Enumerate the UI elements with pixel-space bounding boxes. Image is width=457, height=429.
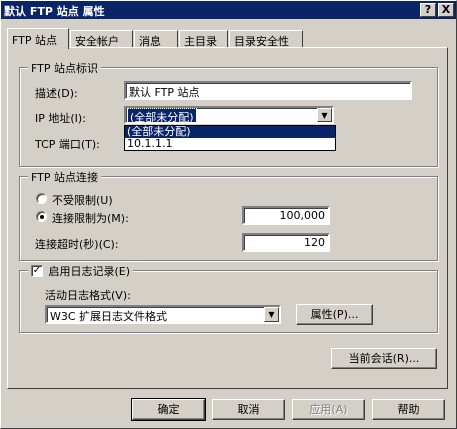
tab-security-accounts[interactable]: 安全帐户 [70,30,133,48]
properties-dialog: 默认 FTP 站点 属性 ? X FTP 站点 安全帐户 消息 主目录 目录安全… [0,0,457,429]
tab-strip: FTP 站点 安全帐户 消息 主目录 目录安全性 [7,28,447,49]
help-title-button[interactable]: ? [420,3,436,17]
logging-legend: ✓ 启用日志记录(E) [28,263,134,279]
close-title-button[interactable]: X [438,3,454,17]
identification-legend: FTP 站点标识 [28,60,101,76]
description-input[interactable]: 默认 FTP 站点 [124,81,412,100]
ip-address-label: IP 地址(I): [35,112,86,125]
limited-label: 连接限制为(M): [52,212,129,225]
tab-directory-security[interactable]: 目录安全性 [229,30,303,48]
unlimited-label: 不受限制(U) [52,194,113,207]
limited-radio[interactable] [36,211,47,222]
ip-address-value: (全部未分配) [127,108,197,124]
connection-legend: FTP 站点连接 [28,169,101,185]
log-format-label: 活动日志格式(V): [45,289,131,302]
ip-option-10-1-1-1[interactable]: 10.1.1.1 [125,138,335,150]
chevron-down-icon[interactable]: ▼ [317,108,332,122]
log-properties-button[interactable]: 属性(P)... [296,304,373,325]
help-button[interactable]: 帮助 [372,399,445,420]
tab-messages[interactable]: 消息 [134,30,178,48]
tab-home-directory[interactable]: 主目录 [179,30,228,48]
tcp-port-label: TCP 端口(T): [35,138,100,151]
cancel-button[interactable]: 取消 [212,399,285,420]
window-title: 默认 FTP 站点 属性 [4,5,105,18]
timeout-label: 连接超时(秒)(C): [35,238,119,251]
enable-logging-checkbox[interactable]: ✓ [31,265,43,277]
log-format-value: W3C 扩展日志文件格式 [50,310,168,323]
radio-dot-icon [40,215,44,219]
chevron-down-icon[interactable]: ▼ [264,307,279,322]
apply-button[interactable]: 应用(A) [292,399,365,420]
connection-limit-input[interactable]: 100,000 [242,206,330,225]
title-bar: 默认 FTP 站点 属性 ? X [1,1,456,19]
ip-address-dropdown-list: (全部未分配) 10.1.1.1 [124,125,336,151]
description-label: 描述(D): [35,87,78,100]
ok-button[interactable]: 确定 [131,398,206,421]
current-sessions-button[interactable]: 当前会话(R)... [331,348,437,369]
timeout-input[interactable]: 120 [242,233,330,252]
tab-ftp-site[interactable]: FTP 站点 [7,28,69,49]
ip-address-combo[interactable]: (全部未分配) ▼ [124,106,334,124]
enable-logging-label: 启用日志记录(E) [48,265,131,278]
log-format-combo[interactable]: W3C 扩展日志文件格式 ▼ [45,305,281,324]
unlimited-radio[interactable] [36,193,47,204]
tab-panel: FTP 站点标识 描述(D): 默认 FTP 站点 IP 地址(I): (全部未… [7,47,448,389]
